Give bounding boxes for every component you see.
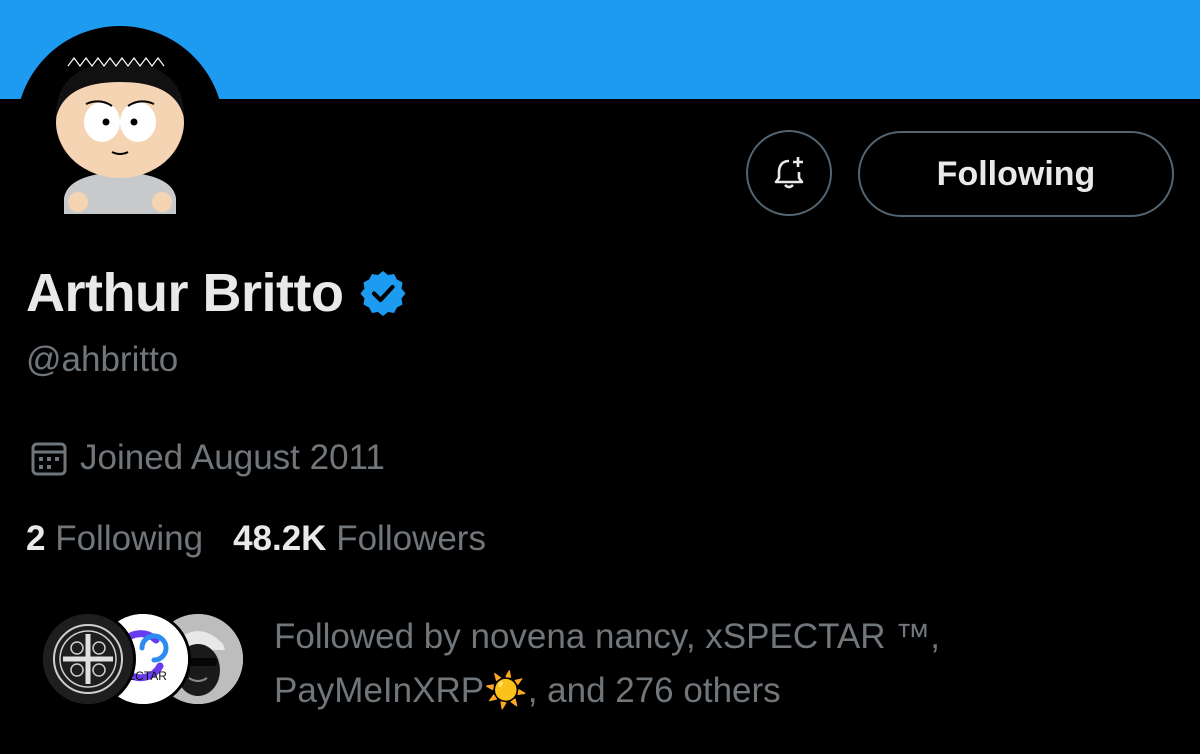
profile-name-row: Arthur Britto xyxy=(26,258,407,328)
profile-stats: 2 Following 48.2K Followers xyxy=(26,519,486,559)
sun-emoji-icon: ☀️ xyxy=(484,671,528,710)
profile-handle: @ahbritto xyxy=(26,340,179,379)
joined-label: Joined August 2011 xyxy=(80,438,385,477)
followed-by-line1: Followed by novena nancy, xSPECTAR ™, xyxy=(274,617,940,656)
profile-avatar[interactable] xyxy=(16,26,224,234)
following-label: Following xyxy=(55,519,204,558)
followed-by-avatars[interactable]: PECTAR xyxy=(40,611,250,707)
bell-plus-icon xyxy=(774,157,804,189)
following-count: 2 xyxy=(26,519,46,558)
verified-badge-icon[interactable] xyxy=(359,269,407,317)
followers-count-link[interactable]: 48.2K Followers xyxy=(233,519,486,559)
followed-by-name: PayMeInXRP xyxy=(274,671,485,710)
profile-name: Arthur Britto xyxy=(26,263,344,323)
joined-date: Joined August 2011 xyxy=(28,437,385,479)
medal-icon xyxy=(43,614,133,704)
medal-avatar xyxy=(40,611,136,707)
followers-label: Followers xyxy=(336,519,486,558)
followed-by-line2: PayMeInXRP☀️, and 276 others xyxy=(274,664,1064,718)
calendar-icon xyxy=(31,442,67,476)
notifications-button[interactable] xyxy=(746,130,832,216)
following-count-link[interactable]: 2 Following xyxy=(26,519,203,559)
cartoon-avatar-icon xyxy=(55,57,185,214)
followed-by-rest: , and 276 others xyxy=(527,671,781,710)
following-button[interactable]: Following xyxy=(858,131,1174,217)
followed-by-text[interactable]: Followed by novena nancy, xSPECTAR ™, Pa… xyxy=(274,610,1064,718)
followers-count: 48.2K xyxy=(233,519,327,558)
